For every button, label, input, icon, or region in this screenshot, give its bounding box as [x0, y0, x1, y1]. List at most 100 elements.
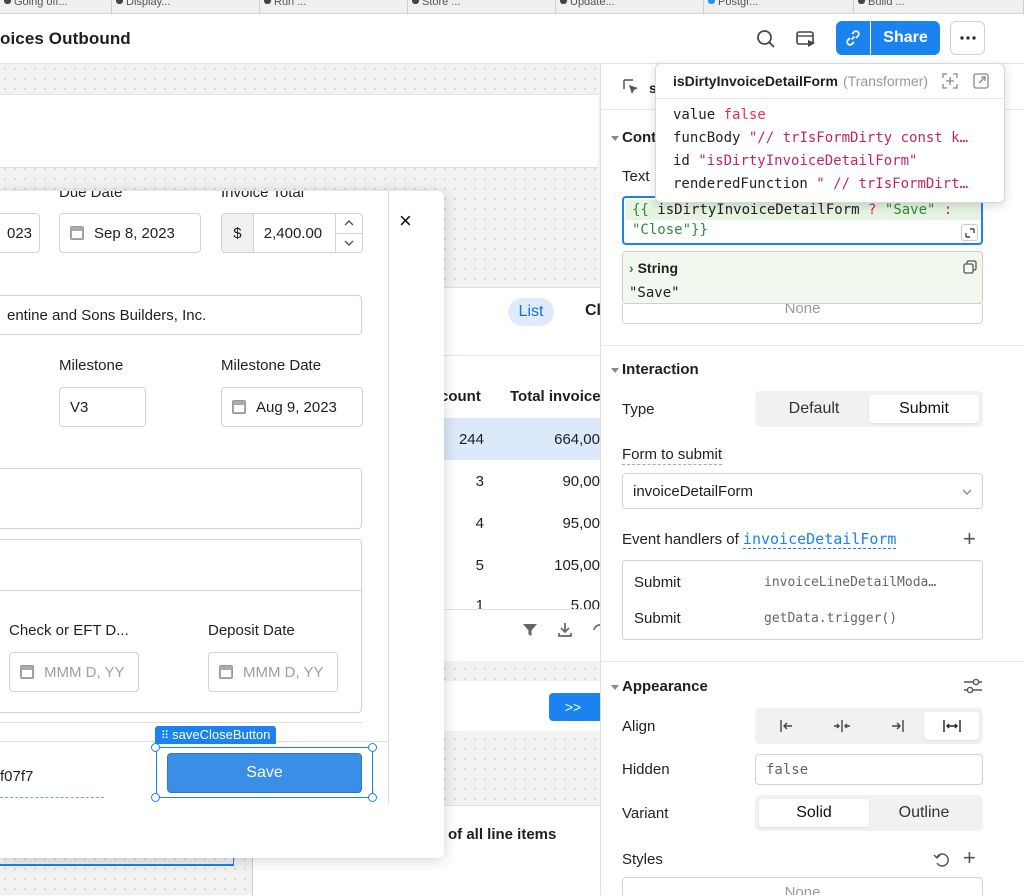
table-header[interactable]: Total invoice: [510, 388, 601, 405]
hidden-input[interactable]: false: [755, 754, 983, 785]
add-event-handler-icon[interactable]: +: [963, 528, 976, 550]
property-value: "isDirtyInvoiceDetailForm": [698, 153, 918, 169]
date-placeholder: MMM D, YY: [44, 663, 125, 681]
download-icon[interactable]: [556, 621, 574, 643]
code-token: "Close": [632, 222, 692, 238]
divider: [440, 609, 600, 610]
browser-tab[interactable]: Build ...: [854, 0, 1024, 13]
browser-tab[interactable]: Store ...: [408, 0, 556, 13]
tooltip-input[interactable]: None: [622, 304, 983, 324]
invoice-date-input[interactable]: 023: [0, 213, 40, 253]
chart-tab[interactable]: Cl: [585, 302, 601, 320]
resize-handle[interactable]: [368, 743, 377, 752]
chevron-down-icon[interactable]: [336, 234, 362, 253]
align-left-icon[interactable]: [759, 712, 814, 740]
milestone-input[interactable]: V3: [59, 387, 146, 427]
select-transformer-icon[interactable]: [942, 73, 958, 93]
invoice-total-input[interactable]: $ 2,400.00: [221, 213, 363, 253]
expand-editor-icon[interactable]: [961, 224, 978, 241]
form-to-submit-select[interactable]: invoiceDetailForm: [622, 473, 983, 509]
collapse-caret-icon[interactable]: [611, 136, 619, 141]
interaction-section-title[interactable]: Interaction: [622, 361, 699, 378]
number-stepper[interactable]: [335, 214, 362, 252]
event-handlers-list: Submit invoiceLineDetailModa… Submit get…: [622, 560, 983, 640]
due-date-value: Sep 8, 2023: [94, 224, 175, 242]
browser-tab[interactable]: Going off...: [0, 0, 112, 13]
milestone-label: Milestone: [59, 357, 124, 374]
handler-event: Submit: [634, 574, 681, 591]
evaluated-result-preview: › String "Save": [622, 251, 983, 304]
code-line-1: {{ isDirtyInvoiceDetailForm ? "Save" :: [632, 202, 952, 218]
none-placeholder: None: [784, 304, 821, 317]
company-input[interactable]: entine and Sons Builders, Inc.: [0, 295, 362, 335]
collapse-caret-icon[interactable]: [611, 685, 619, 690]
browser-tab[interactable]: Postgr...: [704, 0, 854, 13]
tab-label: Postgr...: [718, 0, 759, 8]
align-segmented-control[interactable]: [755, 708, 983, 744]
save-close-button[interactable]: Save: [167, 753, 362, 793]
chevron-right-icon: ›: [629, 260, 634, 276]
collapse-caret-icon[interactable]: [611, 368, 619, 373]
type-option-default[interactable]: Default: [759, 395, 869, 423]
more-options-button[interactable]: [950, 21, 985, 55]
check-eft-date-input[interactable]: MMM D, YY: [9, 652, 139, 692]
variant-option-solid[interactable]: Solid: [759, 799, 869, 827]
copy-link-button[interactable]: [836, 21, 870, 55]
refresh-icon[interactable]: [592, 621, 601, 643]
list-item[interactable]: Submit invoiceLineDetailModa…: [623, 561, 982, 600]
drag-handle-icon[interactable]: ⠿: [161, 730, 172, 742]
resize-handle[interactable]: [151, 793, 160, 802]
type-option-submit[interactable]: Submit: [869, 395, 979, 423]
variant-option-outline[interactable]: Outline: [869, 799, 979, 827]
add-style-icon[interactable]: +: [963, 847, 976, 869]
filter-icon[interactable]: [521, 621, 539, 643]
resize-handle[interactable]: [368, 793, 377, 802]
align-stretch-icon[interactable]: [924, 712, 979, 740]
align-label: Align: [622, 718, 656, 735]
share-button[interactable]: Share: [871, 21, 940, 55]
deposit-date-input[interactable]: MMM D, YY: [208, 652, 338, 692]
align-center-icon[interactable]: [814, 712, 869, 740]
event-handlers-form-link[interactable]: invoiceDetailForm: [742, 530, 897, 549]
close-modal-button[interactable]: ×: [399, 210, 412, 232]
text-code-editor[interactable]: {{ isDirtyInvoiceDetailForm ? "Save" : "…: [622, 196, 983, 245]
table-cell: 105,00: [554, 557, 600, 574]
open-in-new-icon[interactable]: [973, 73, 989, 93]
milestone-date-input[interactable]: Aug 9, 2023: [221, 387, 363, 427]
list-item[interactable]: Submit getData.trigger(): [623, 600, 982, 639]
appearance-section-title[interactable]: Appearance: [622, 678, 708, 695]
copy-icon[interactable]: [963, 260, 977, 278]
browser-tab[interactable]: Update...: [556, 0, 704, 13]
list-tab[interactable]: List: [508, 298, 554, 326]
hidden-value: false: [766, 761, 809, 778]
notes-textarea[interactable]: [0, 468, 362, 529]
result-type[interactable]: › String: [629, 260, 678, 276]
table-cell: 95,00: [562, 515, 600, 532]
resize-handle[interactable]: [151, 743, 160, 752]
chevron-up-icon[interactable]: [336, 214, 362, 234]
code-token: }}: [691, 222, 708, 238]
search-icon[interactable]: [751, 24, 781, 54]
styles-none-placeholder: None: [784, 884, 821, 895]
content-section-title[interactable]: Cont: [622, 129, 656, 146]
due-date-input[interactable]: Sep 8, 2023: [59, 213, 201, 253]
property-key: funcBody: [673, 130, 741, 146]
style-settings-icon[interactable]: [963, 677, 983, 699]
preview-icon[interactable]: [791, 24, 821, 54]
table-cell: 664,00: [554, 431, 600, 448]
table-cell: 5: [475, 557, 484, 574]
browser-tab-strip: Going off... Display... Run ... Store ..…: [0, 0, 1024, 14]
table-cell: 4: [475, 515, 484, 532]
milestone-value: V3: [70, 398, 89, 416]
selected-component-tag[interactable]: ⠿ saveCloseButton: [155, 726, 277, 744]
browser-tab[interactable]: Display...: [112, 0, 260, 13]
code-token: isDirtyInvoiceDetailForm: [657, 202, 860, 218]
styles-input[interactable]: None: [622, 877, 983, 895]
variant-segmented-control[interactable]: Solid Outline: [755, 795, 983, 831]
browser-tab[interactable]: Run ...: [260, 0, 408, 13]
table-header[interactable]: count: [440, 388, 481, 405]
type-segmented-control[interactable]: Default Submit: [755, 391, 983, 427]
reset-styles-icon[interactable]: [933, 851, 951, 873]
tab-favicon-icon: [4, 0, 11, 4]
align-right-icon[interactable]: [869, 712, 924, 740]
